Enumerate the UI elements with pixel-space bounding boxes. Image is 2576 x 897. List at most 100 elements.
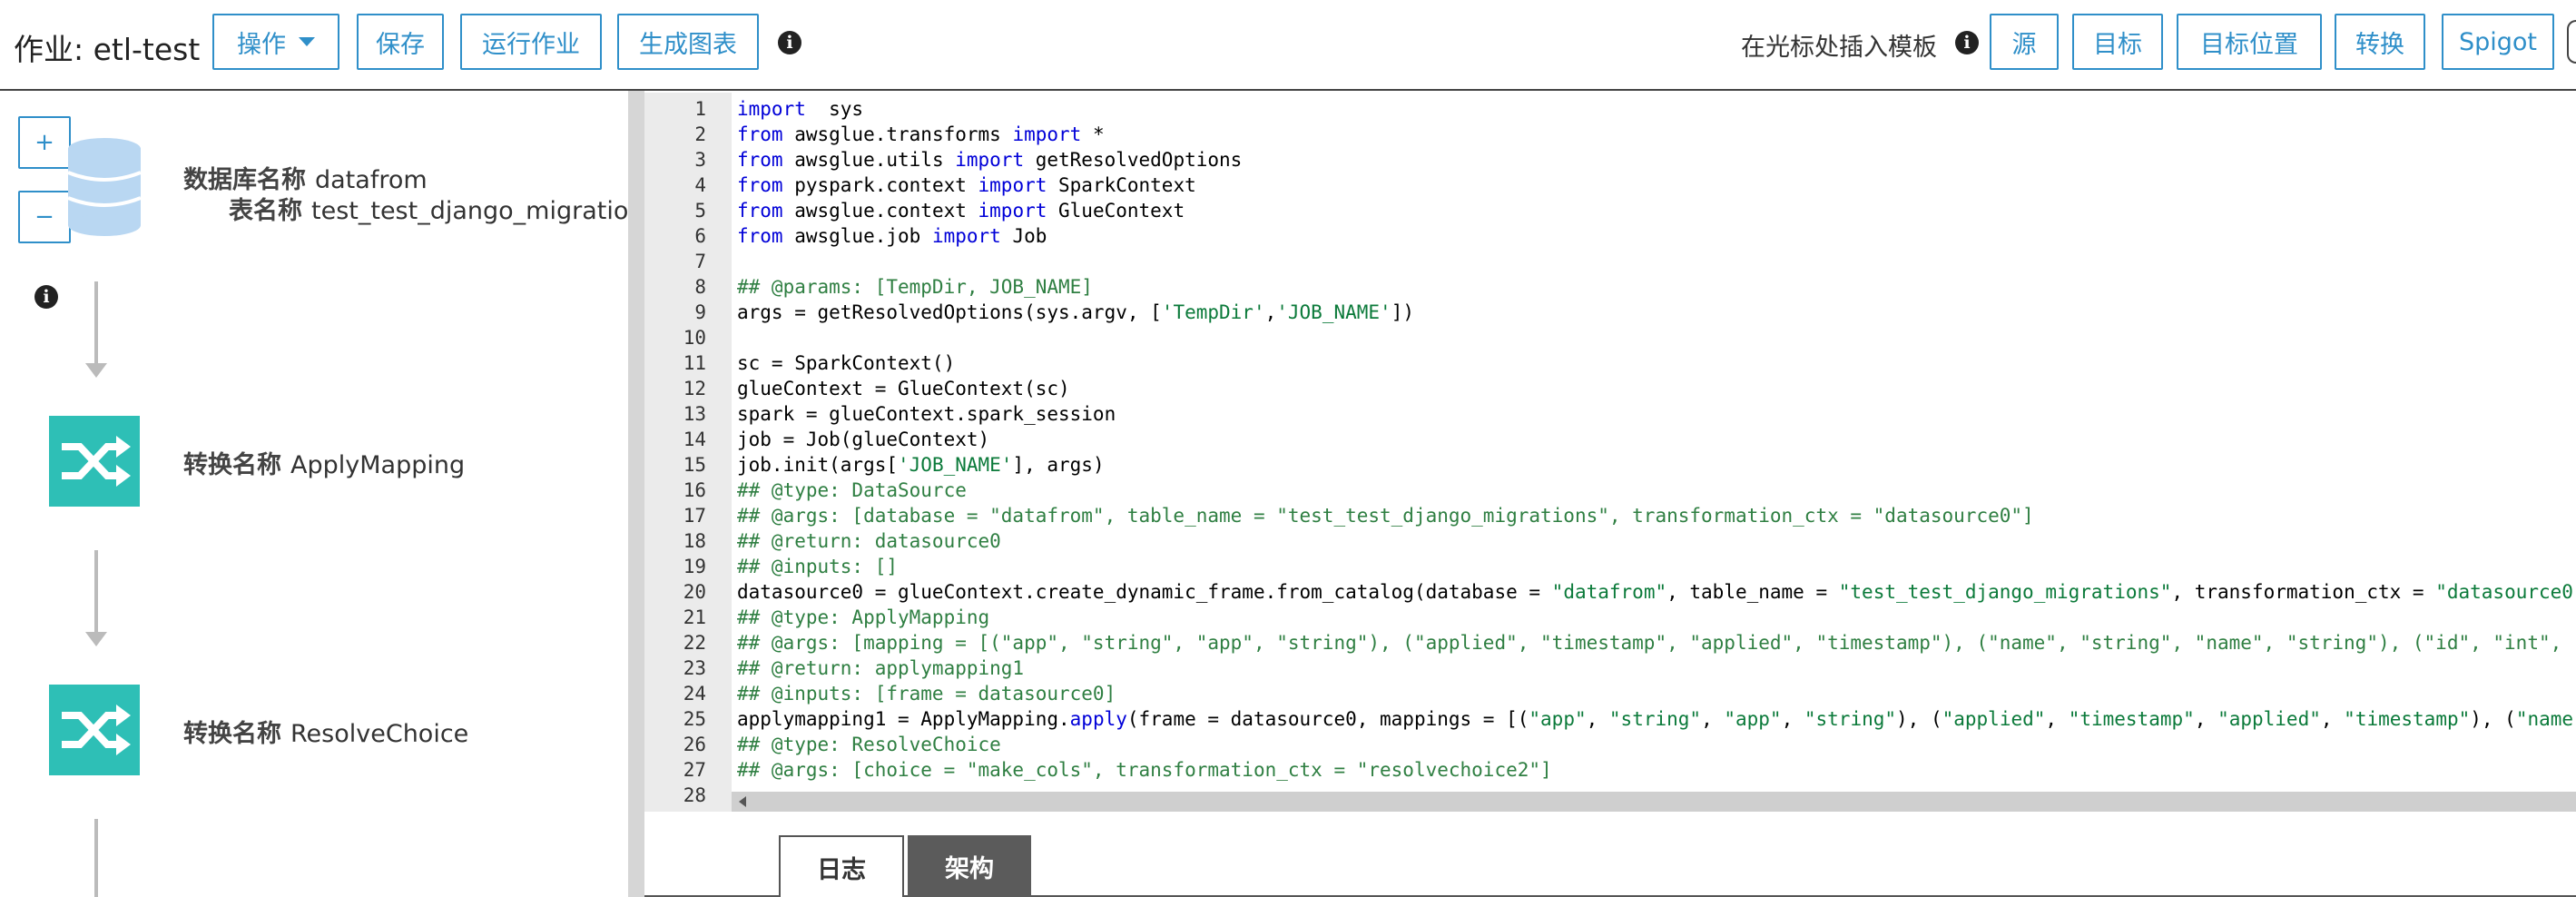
code-line[interactable]: from pyspark.context import SparkContext [737,172,1196,198]
code-token: (frame = datasource0, mappings = [( [1126,708,1529,730]
code-token: awsglue.context [782,200,978,222]
code-line[interactable]: datasource0 = glueContext.create_dynamic… [737,579,2576,605]
code-line[interactable]: ## @params: [TempDir, JOB_NAME] [737,274,1093,300]
scroll-left-icon[interactable] [739,796,746,807]
code-line[interactable]: ## @inputs: [] [737,554,898,579]
code-line[interactable]: ## @return: datasource0 [737,528,1001,554]
overflow-button-edge[interactable] [2567,20,2576,64]
line-number: 17 [683,505,706,527]
code-token: from [737,200,783,222]
code-token: 'JOB_NAME' [898,454,1013,476]
code-line[interactable]: applymapping1 = ApplyMapping.apply(frame… [737,706,2576,732]
code-line[interactable]: ## @type: ResolveChoice [737,732,1001,757]
code-token: applymapping1 = ApplyMapping. [737,708,1070,730]
code-token: * [1081,123,1105,145]
insert-template-info-icon[interactable]: i [1955,31,1979,54]
code-token: import [955,149,1025,171]
horizontal-scrollbar[interactable] [732,792,2576,812]
code-line[interactable]: ## @args: [mapping = [("app", "string", … [737,630,2576,656]
line-number: 16 [683,479,706,501]
flow-arrow [94,550,98,634]
code-line[interactable]: from awsglue.utils import getResolvedOpt… [737,147,1242,172]
code-line[interactable]: ## @type: DataSource [737,478,967,503]
code-token: import [978,200,1047,222]
line-number: 26 [683,734,706,755]
line-number: 9 [694,301,706,323]
code-token: "string" [1804,708,1897,730]
code-token: from [737,174,783,196]
line-number: 3 [694,149,706,171]
table-value: test_test_django_migrations [311,197,628,225]
code-line[interactable]: spark = glueContext.spark_session [737,401,1116,427]
code-token: "string" [1608,708,1702,730]
run-job-button[interactable]: 运行作业 [460,14,602,70]
code-token: from [737,123,783,145]
line-number: 22 [683,632,706,654]
tab-logs[interactable]: 日志 [779,835,904,897]
code-line[interactable]: ## @inputs: [frame = datasource0] [737,681,1116,706]
template-target-button[interactable]: 目标 [2072,14,2163,70]
template-target-location-button[interactable]: 目标位置 [2177,14,2322,70]
diagram-info-icon[interactable]: i [34,285,58,309]
code-token: job = Job(glueContext) [737,429,990,450]
code-token: ## @return: datasource0 [737,530,1001,552]
job-toolbar: 作业: etl-test 操作 保存 运行作业 生成图表 i 在光标处插入模板 … [0,0,2576,91]
code-line[interactable]: ## @args: [database = "datafrom", table_… [737,503,2034,528]
code-token: GlueContext [1047,200,1185,222]
code-token: ## @args: [choice = "make_cols", transfo… [737,759,1552,781]
template-spigot-button[interactable]: Spigot [2442,14,2554,70]
script-editor[interactable]: 1 2 3 4 5 6 7 8 9 10 11 12 13 14 15 16 17 18 19 20 21 22 23 24 2… [644,93,2576,812]
code-token: , [2045,708,2069,730]
code-token: "name" [2515,708,2576,730]
line-number: 11 [683,352,706,374]
shuffle-icon[interactable] [49,685,140,775]
transform-key: 转换名称 [183,720,281,748]
line-number: 13 [683,403,706,425]
code-line[interactable]: from awsglue.context import GlueContext [737,198,1185,223]
code-line[interactable]: job = Job(glueContext) [737,427,989,452]
code-line[interactable]: glueContext = GlueContext(sc) [737,376,1070,401]
transform-value: ApplyMapping [290,451,466,479]
table-key: 表名称 [229,197,302,225]
code-line[interactable]: import sys [737,96,863,122]
code-token: "app" [1529,708,1587,730]
line-number-gutter: 1 2 3 4 5 6 7 8 9 10 11 12 13 14 15 16 17 18 19 20 21 22 23 24 2… [644,93,732,812]
code-token: awsglue.utils [782,149,956,171]
code-line[interactable]: from awsglue.transforms import * [737,122,1105,147]
database-icon[interactable] [65,136,143,236]
code-line[interactable]: ## @args: [choice = "make_cols", transfo… [737,757,1552,783]
line-number: 23 [683,657,706,679]
line-number: 14 [683,429,706,450]
save-button[interactable]: 保存 [357,14,444,70]
code-line[interactable]: ## @return: applymapping1 [737,656,1024,681]
line-number: 2 [694,123,706,145]
code-token: datasource0 = glueContext.create_dynamic… [737,581,1552,603]
insert-template-label: 在光标处插入模板 [1741,34,1937,62]
code-line[interactable]: from awsglue.job import Job [737,223,1047,249]
template-source-button[interactable]: 源 [1990,14,2059,70]
code-token: ), ( [2470,708,2516,730]
tab-schema[interactable]: 架构 [908,835,1031,897]
template-transform-button[interactable]: 转换 [2335,14,2425,70]
generate-diagram-button[interactable]: 生成图表 [617,14,759,70]
zoom-out-button[interactable]: − [18,191,71,243]
code-token: , [2320,708,2345,730]
flow-arrow-head [85,632,107,646]
shuffle-icon[interactable] [49,416,140,507]
info-icon[interactable]: i [778,31,801,54]
code-token: "datasource0" [2435,581,2576,603]
code-token: ## @return: applymapping1 [737,657,1025,679]
line-number: 15 [683,454,706,476]
code-line[interactable]: args = getResolvedOptions(sys.argv, ['Te… [737,300,1414,325]
code-token: awsglue.transforms [782,123,1013,145]
actions-dropdown-button[interactable]: 操作 [212,14,339,70]
line-number: 6 [694,225,706,247]
code-line[interactable]: sc = SparkContext() [737,350,955,376]
code-line[interactable]: job.init(args['JOB_NAME'], args) [737,452,1105,478]
panel-splitter[interactable] [628,91,644,897]
code-token: , table_name = [1667,581,1839,603]
code-line[interactable]: ## @type: ApplyMapping [737,605,989,630]
zoom-in-button[interactable]: + [18,116,71,169]
flow-arrow [94,819,98,897]
code-token: , [1264,301,1277,323]
